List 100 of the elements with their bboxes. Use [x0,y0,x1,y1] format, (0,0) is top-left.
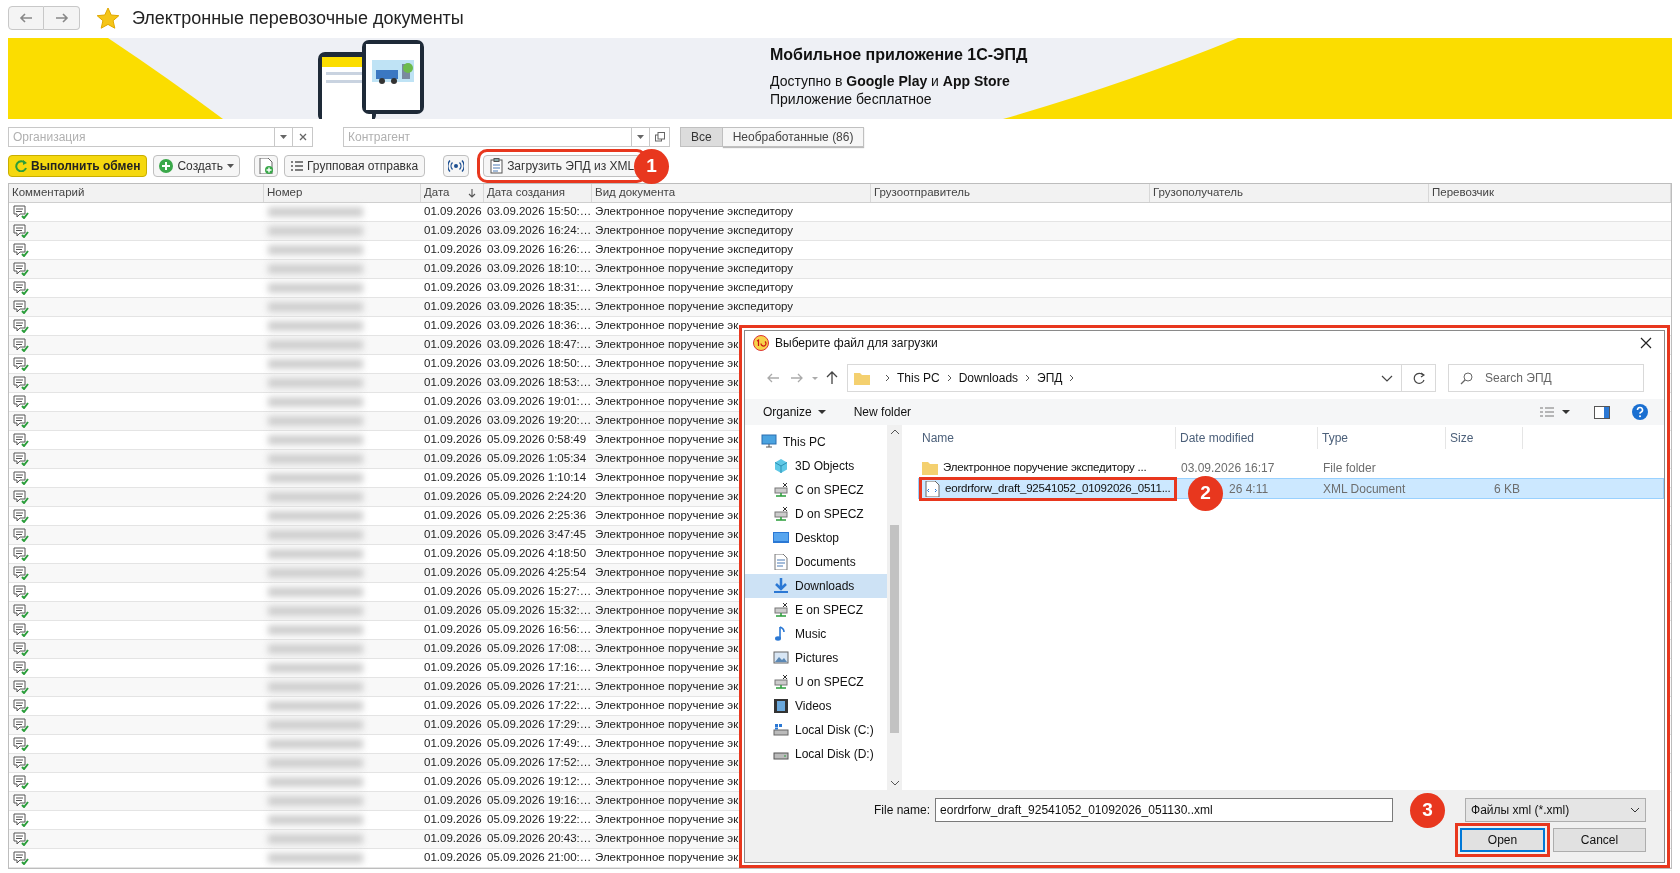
filter-tab[interactable]: Все [680,127,723,147]
field-action-button[interactable] [293,127,313,147]
file-type: File folder [1322,459,1377,477]
table-cell-text: 01.09.2026 [424,717,482,733]
field-action-button[interactable] [650,127,670,147]
table-cell-text: 03.09.2026 18:53:… [487,375,592,391]
cancel-button[interactable]: Cancel [1553,828,1646,852]
table-cell-text: 05.09.2026 1:10:14 [487,470,587,486]
nav-item[interactable]: Music [745,622,887,646]
combo-field[interactable]: Организация [8,127,275,147]
table-cell-text: 01.09.2026 [424,261,482,277]
back-arrow-icon [767,372,779,384]
breadcrumb[interactable]: ЭПД [1037,369,1063,387]
table-cell-text: 01.09.2026 [424,356,482,372]
banner-text: Доступно в Google Play и App Store [770,72,1011,90]
column-label: Перевозчик [1432,185,1495,201]
table-cell-text: 03.09.2026 18:10:… [487,261,592,277]
file-name[interactable]: Электронное поручение экспедитору ... [919,458,1150,477]
xml-file-icon [925,481,940,497]
star-icon[interactable] [96,6,120,30]
nav-item[interactable]: 3D Objects [745,454,887,478]
nav-item[interactable]: Pictures [745,646,887,670]
file-name-field[interactable]: eordrforw_draft_92541052_01092026_051130..xml [935,798,1394,822]
breadcrumb[interactable]: Downloads [958,369,1019,387]
column-header[interactable]: Вид документа [592,184,871,202]
file-row[interactable]: Электронное поручение экспедитору ... 03.09.2026 16:17 File folder [918,457,1664,478]
table-cell-text: Электронное поручение эк [595,527,739,543]
scrollbar[interactable] [887,425,902,790]
nav-item[interactable]: Downloads [745,574,887,598]
table-cell-text: Электронное поручение экспедитору [595,204,794,220]
column-header[interactable]: Date modified [1176,427,1318,449]
forward-arrow-icon [53,12,70,24]
search-field[interactable]: Search ЭПД [1448,364,1644,392]
create-button[interactable]: Создать [153,155,241,177]
column-header[interactable]: Дата создания [484,184,592,202]
back-arrow-icon [18,12,34,24]
column-header[interactable]: Дата [421,184,484,202]
window-title: Электронные перевозочные документы [132,6,464,30]
nav-item[interactable]: Local Disk (D:) [745,742,887,766]
nav-item[interactable]: Desktop [745,526,887,550]
nav-item[interactable]: This PC [745,430,887,454]
chevron-down-icon [1381,374,1393,382]
dropdown-button[interactable] [275,127,293,147]
column-header[interactable]: Size [1446,427,1523,449]
nav-item[interactable]: D on SPECZ [745,502,887,526]
table-cell-text: 01.09.2026 [424,679,482,695]
nav-item[interactable]: Local Disk (C:) [745,718,887,742]
table-cell-text: Электронное поручение эк [595,489,739,505]
signal-icon [448,160,465,172]
table-cell-text: 01.09.2026 [424,527,482,543]
table-cell-text: Электронное поручение эк [595,793,739,809]
table-cell-text: 01.09.2026 [424,394,482,410]
table-cell-text: 01.09.2026 [424,584,482,600]
group-send-button[interactable]: Групповая отправка [284,155,426,177]
table-cell-text: 01.09.2026 [424,508,482,524]
new-document-button[interactable] [254,155,279,177]
breadcrumb[interactable]: This PC [897,369,940,387]
clear-icon [297,132,308,142]
table-cell-text: Электронное поручение эк [595,565,739,581]
table-cell-text: 01.09.2026 [424,755,482,771]
combo-field[interactable]: Контрагент [343,127,632,147]
caret-icon [637,135,644,139]
folder-icon [922,460,938,475]
file-type-dropdown[interactable]: Файлы xml (*.xml) [1465,798,1646,822]
table-cell-text: Электронное поручение эк [595,470,739,486]
refresh-button[interactable] [1402,364,1436,392]
network-drive-icon [773,482,789,498]
nav-item[interactable]: U on SPECZ [745,670,887,694]
table-cell-text: 01.09.2026 [424,736,482,752]
document-plus-icon [259,158,274,174]
address-bar[interactable]: This PC Downloads ЭПД [847,364,1402,392]
nav-item[interactable]: C on SPECZ [745,478,887,502]
nav-item[interactable]: Documents [745,550,887,574]
chevron-down-icon [1630,807,1640,813]
table-cell-text: 01.09.2026 [424,812,482,828]
signal-button[interactable] [443,155,470,177]
nav-item[interactable]: E on SPECZ [745,598,887,622]
column-header[interactable]: Грузоотправитель [871,184,1150,202]
table-cell-text: Электронное поручение экспедитору [595,242,794,258]
view-list-icon [1540,407,1554,417]
dropdown-button[interactable] [632,127,650,147]
table-cell-text: 01.09.2026 [424,318,482,334]
organize-button[interactable]: Organize [763,403,826,421]
view-button[interactable] [1540,407,1570,417]
nav-item[interactable]: Videos [745,694,887,718]
column-header[interactable]: Грузополучатель [1150,184,1429,202]
table-cell-text: 05.09.2026 19:22:… [487,812,592,828]
new-folder-button[interactable]: New folder [853,403,912,421]
scroll-down-icon [889,780,900,786]
table-cell-text: 05.09.2026 2:25:36 [487,508,587,524]
filter-tab[interactable]: Необработанные (86) [722,127,865,147]
column-header[interactable]: Name [918,427,1176,449]
column-header[interactable]: Перевозчик [1429,184,1671,202]
column-header[interactable]: Type [1318,427,1446,449]
file-name[interactable]: eordrforw_draft_92541052_01092026_0511... [919,477,1177,501]
table-cell-text: 01.09.2026 [424,299,482,315]
exchange-button[interactable]: Выполнить обмен [8,155,148,177]
column-header[interactable]: Комментарий [9,184,264,202]
table-cell-text: Электронное поручение эк [595,584,739,600]
column-header[interactable]: Номер [264,184,421,202]
